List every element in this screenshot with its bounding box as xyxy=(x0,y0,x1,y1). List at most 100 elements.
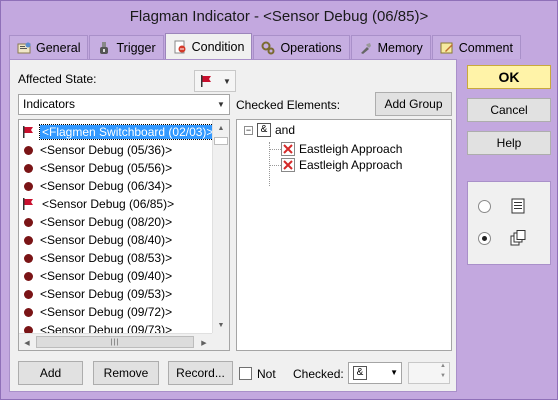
tree-child-label: Eastleigh Approach xyxy=(299,158,403,172)
list-item-label: <Sensor Debug (08/20)> xyxy=(40,215,173,229)
flag-icon xyxy=(23,198,33,210)
state-dot-icon xyxy=(24,271,33,281)
help-button[interactable]: Help xyxy=(467,131,551,155)
comment-tab-icon xyxy=(440,42,453,53)
tab-trigger[interactable]: Trigger xyxy=(89,35,164,59)
cancel-button[interactable]: Cancel xyxy=(467,98,551,122)
tab-general-label: General xyxy=(36,40,81,55)
chevron-down-icon: ▼ xyxy=(217,100,225,109)
tab-condition[interactable]: Condition xyxy=(164,33,253,59)
not-label: Not xyxy=(257,367,276,381)
tab-trigger-label: Trigger xyxy=(116,40,156,55)
remove-button[interactable]: Remove xyxy=(93,361,159,385)
window-title: Flagman Indicator - <Sensor Debug (06/85… xyxy=(129,7,429,25)
checked-value-spinner[interactable]: ▲ ▼ xyxy=(408,362,450,384)
state-listbox[interactable]: <Flagmen Switchboard (02/03)> <Sensor Deb… xyxy=(18,119,230,351)
state-dot-icon xyxy=(24,235,33,245)
list-item-label: <Sensor Debug (05/56)> xyxy=(40,161,173,175)
add-group-button[interactable]: Add Group xyxy=(375,92,452,116)
tab-strip: General Trigger Condition Operations Mem… xyxy=(9,33,522,59)
tab-memory[interactable]: Memory xyxy=(350,35,431,59)
spin-up-icon[interactable]: ▲ xyxy=(437,363,449,373)
list-item-label: <Sensor Debug (09/53)> xyxy=(40,287,173,301)
list-item-label: <Sensor Debug (06/85)> xyxy=(42,197,175,211)
tab-comment-label: Comment xyxy=(458,40,513,55)
list-item-label: <Sensor Debug (09/40)> xyxy=(40,269,173,283)
not-checkbox[interactable] xyxy=(239,367,252,380)
list-item[interactable]: <Sensor Debug (06/34)> xyxy=(21,177,174,195)
checked-elements-tree[interactable]: − & and Eastleigh Approach Eastleigh App… xyxy=(236,119,452,351)
add-button[interactable]: Add xyxy=(18,361,83,385)
list-item[interactable]: <Sensor Debug (08/53)> xyxy=(21,249,174,267)
list-item[interactable]: <Sensor Debug (05/36)> xyxy=(21,141,174,159)
collapse-icon[interactable]: − xyxy=(244,125,253,135)
tab-general[interactable]: General xyxy=(9,35,89,59)
tree-child-row[interactable]: Eastleigh Approach xyxy=(281,157,402,173)
ok-button[interactable]: OK xyxy=(467,65,551,89)
tab-comment[interactable]: Comment xyxy=(431,35,521,59)
state-dot-icon xyxy=(24,163,33,173)
state-dot-icon xyxy=(24,307,33,317)
list-item-label: <Sensor Debug (05/36)> xyxy=(40,143,173,157)
list-item[interactable]: <Sensor Debug (06/85)> xyxy=(21,195,176,213)
scroll-up-icon[interactable]: ▲ xyxy=(213,120,229,137)
scroll-thumb[interactable] xyxy=(214,137,228,145)
checked-operator-combo[interactable]: & ▼ xyxy=(348,362,402,384)
memory-tab-icon xyxy=(360,42,371,54)
state-icon-combo[interactable]: ▼ xyxy=(194,70,236,92)
list-item[interactable]: <Sensor Debug (08/20)> xyxy=(21,213,174,231)
unchecked-x-icon xyxy=(281,158,295,172)
and-operator-icon: & xyxy=(353,366,367,380)
checked-label: Checked: xyxy=(293,367,344,381)
tree-child-label: Eastleigh Approach xyxy=(299,142,403,156)
scroll-right-icon[interactable]: ▶ xyxy=(196,334,212,350)
condition-tab-icon xyxy=(174,40,186,53)
list-item[interactable]: <Sensor Debug (08/40)> xyxy=(21,231,174,249)
tree-root-label: and xyxy=(275,123,296,137)
list-item-label: <Sensor Debug (08/40)> xyxy=(40,233,173,247)
list-item-label: <Sensor Debug (08/53)> xyxy=(40,251,173,265)
tree-child-row[interactable]: Eastleigh Approach xyxy=(281,141,402,157)
unchecked-x-icon xyxy=(281,142,295,156)
list-item[interactable]: <Flagmen Switchboard (02/03)> xyxy=(21,123,217,141)
record-button[interactable]: Record... xyxy=(168,361,233,385)
tree-view-icon xyxy=(510,230,526,246)
vertical-scrollbar[interactable]: ▲ ▼ xyxy=(212,120,229,334)
state-dot-icon xyxy=(24,217,33,227)
scroll-corner xyxy=(212,333,229,350)
scroll-left-icon[interactable]: ◀ xyxy=(19,334,35,350)
checked-elements-label: Checked Elements: xyxy=(236,98,341,112)
trigger-tab-icon xyxy=(100,41,109,54)
scroll-down-icon[interactable]: ▼ xyxy=(213,317,229,334)
horizontal-scrollbar[interactable]: ◀ ||| ▶ xyxy=(19,333,212,350)
list-item[interactable]: <Sensor Debug (05/56)> xyxy=(21,159,174,177)
affected-state-label: Affected State: xyxy=(18,72,97,86)
condition-panel: Affected State: ▼ Indicators ▼ Checked E… xyxy=(9,59,457,392)
dialog-window: Flagman Indicator - <Sensor Debug (06/85… xyxy=(0,0,558,400)
list-item[interactable]: <Sensor Debug (09/40)> xyxy=(21,267,174,285)
state-dot-icon xyxy=(24,289,33,299)
horizontal-scroll-thumb[interactable]: ||| xyxy=(36,336,194,348)
general-tab-icon xyxy=(17,42,31,53)
and-operator-icon: & xyxy=(257,123,271,137)
list-view-radio[interactable] xyxy=(478,200,491,213)
state-dot-icon xyxy=(24,145,33,155)
tree-root-row[interactable]: − & and xyxy=(244,122,295,138)
state-combo-value: Indicators xyxy=(23,97,76,111)
spin-down-icon[interactable]: ▼ xyxy=(437,373,449,383)
tab-memory-label: Memory xyxy=(377,40,423,55)
chevron-down-icon: ▼ xyxy=(390,368,398,377)
list-view-icon xyxy=(511,198,525,214)
list-item[interactable]: <Sensor Debug (09/53)> xyxy=(21,285,174,303)
tree-line xyxy=(269,165,281,166)
list-item[interactable]: <Sensor Debug (09/72)> xyxy=(21,303,174,321)
list-item-label: <Sensor Debug (09/72)> xyxy=(40,305,173,319)
tab-condition-label: Condition xyxy=(191,39,245,54)
state-dot-icon xyxy=(24,181,33,191)
state-combo[interactable]: Indicators ▼ xyxy=(18,94,230,115)
tree-view-radio[interactable] xyxy=(478,232,491,245)
tab-operations[interactable]: Operations xyxy=(253,35,350,59)
flag-icon xyxy=(23,126,33,138)
tree-line xyxy=(269,149,281,150)
list-item-label: <Sensor Debug (06/34)> xyxy=(40,179,173,193)
